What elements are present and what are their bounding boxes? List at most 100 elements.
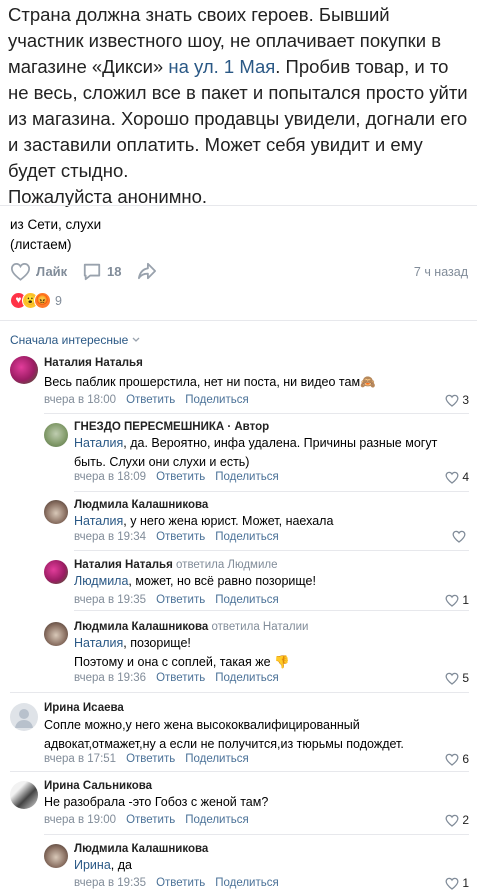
avatar[interactable] xyxy=(44,500,68,524)
comment-author[interactable]: Людмила Калашникова xyxy=(74,499,208,511)
mention-link[interactable]: Наталия xyxy=(74,436,123,450)
comment-like-button[interactable]: 5 xyxy=(445,671,469,685)
heart-icon xyxy=(445,594,459,607)
comment-meta: вчера в 19:36 Ответить Поделиться xyxy=(74,672,289,684)
comment-meta: вчера в 19:34 Ответить Поделиться xyxy=(74,531,289,543)
like-count: 3 xyxy=(462,393,469,407)
share-comment-button[interactable]: Поделиться xyxy=(185,753,249,765)
avatar[interactable] xyxy=(10,356,38,384)
avatar[interactable] xyxy=(10,703,38,731)
like-count: 2 xyxy=(462,813,469,827)
share-comment-button[interactable]: Поделиться xyxy=(215,877,279,889)
heart-icon xyxy=(10,263,31,281)
comment-author[interactable]: Людмила Калашникова ответила Наталии xyxy=(74,621,308,633)
comment-like-button[interactable]: 4 xyxy=(445,470,469,484)
share-comment-button[interactable]: Поделиться xyxy=(185,814,249,826)
share-comment-button[interactable]: Поделиться xyxy=(185,394,249,406)
comment-time[interactable]: вчера в 18:09 xyxy=(74,471,146,483)
comment-time[interactable]: вчера в 19:36 xyxy=(74,672,146,684)
reply-to-label[interactable]: ответила Наталии xyxy=(212,621,309,633)
comment-meta: вчера в 18:09 Ответить Поделиться xyxy=(74,471,289,483)
reply-button[interactable]: Ответить xyxy=(156,672,205,684)
comment-like-button[interactable]: 1 xyxy=(445,593,469,607)
default-avatar-icon xyxy=(15,709,33,728)
comment-reply: Людмила Калашникова Ирина, да вчера в 19… xyxy=(44,842,477,892)
mention-link[interactable]: Наталия xyxy=(74,514,123,528)
comment-time[interactable]: вчера в 19:00 xyxy=(44,814,116,826)
reply-button[interactable]: Ответить xyxy=(126,814,175,826)
comment: Ирина Сальникова Не разобрала -это Гобоз… xyxy=(10,779,477,831)
share-comment-button[interactable]: Поделиться xyxy=(215,471,279,483)
comment-author[interactable]: Людмила Калашникова xyxy=(74,843,208,855)
post-text: Страна должна знать своих героев. Бывший… xyxy=(8,2,470,210)
comment-reply: ГНЕЗДО ПЕРЕСМЕШНИКА · Автор Наталия, да.… xyxy=(44,420,477,490)
comment-divider xyxy=(44,834,469,835)
comment-author[interactable]: Наталия Наталья ответила Людмиле xyxy=(74,559,278,571)
comment-like-button[interactable]: 2 xyxy=(445,813,469,827)
comment-like-button[interactable]: 1 xyxy=(445,876,469,890)
comment-like-button[interactable] xyxy=(452,530,469,543)
avatar[interactable] xyxy=(44,423,68,447)
heart-icon xyxy=(445,877,459,890)
reply-button[interactable]: Ответить xyxy=(126,394,175,406)
reply-to-label[interactable]: ответила Людмиле xyxy=(176,559,277,571)
comment-time[interactable]: вчера в 17:51 xyxy=(44,753,116,765)
avatar[interactable] xyxy=(44,560,68,584)
heart-icon xyxy=(445,394,459,407)
heart-icon xyxy=(445,471,459,484)
comment-author[interactable]: ГНЕЗДО ПЕРЕСМЕШНИКА · Автор xyxy=(74,421,269,433)
comment-text-body: , у него жена юрист. Может, наехала xyxy=(123,514,334,528)
share-comment-button[interactable]: Поделиться xyxy=(215,672,279,684)
sort-dropdown[interactable]: Сначала интересные xyxy=(10,333,140,347)
mention-link[interactable]: Людмила xyxy=(74,574,128,588)
reply-button[interactable]: Ответить xyxy=(126,753,175,765)
comment-meta: вчера в 19:35 Ответить Поделиться xyxy=(74,594,289,606)
address-link[interactable]: на ул. 1 Мая xyxy=(168,56,275,77)
comment-divider xyxy=(74,610,469,611)
avatar[interactable] xyxy=(44,622,68,646)
comment-time[interactable]: вчера в 18:00 xyxy=(44,394,116,406)
reply-button[interactable]: Ответить xyxy=(156,531,205,543)
chevron-down-icon xyxy=(132,337,140,342)
comment-text: Ирина, да xyxy=(74,856,469,875)
share-comment-button[interactable]: Поделиться xyxy=(215,531,279,543)
comment-reply: Людмила Калашникова Наталия, у него жена… xyxy=(44,498,477,548)
comment-like-button[interactable]: 3 xyxy=(445,393,469,407)
comment-text: Наталия, позорище! Поэтому и она с соплей… xyxy=(74,634,469,672)
post-time[interactable]: 7 ч назад xyxy=(414,265,468,279)
comment-reply: Наталия Наталья ответила Людмиле Людмила… xyxy=(44,558,477,608)
like-count: 1 xyxy=(462,876,469,890)
comment-meta: вчера в 19:35 Ответить Поделиться xyxy=(74,877,289,889)
reply-button[interactable]: Ответить xyxy=(156,877,205,889)
comment-divider xyxy=(44,413,469,414)
mention-link[interactable]: Ирина xyxy=(74,858,111,872)
comment-text-line2: Поэтому и она с соплей, такая же 👎 xyxy=(74,655,290,669)
comment-reply: Людмила Калашникова ответила Наталии Нат… xyxy=(44,620,477,690)
comments-button[interactable]: 18 xyxy=(82,262,121,281)
comment-like-button[interactable]: 6 xyxy=(445,752,469,766)
reply-button[interactable]: Ответить xyxy=(156,594,205,606)
sort-label: Сначала интересные xyxy=(10,333,129,347)
avatar[interactable] xyxy=(10,781,38,809)
comment-author[interactable]: Ирина Исаева xyxy=(44,702,124,714)
author-name[interactable]: Людмила Калашникова xyxy=(74,621,208,633)
reply-button[interactable]: Ответить xyxy=(156,471,205,483)
like-count: 4 xyxy=(462,470,469,484)
source-line: из Сети, слухи xyxy=(10,217,102,232)
mention-link[interactable]: Наталия xyxy=(74,636,123,650)
comment-author[interactable]: Наталия Наталья xyxy=(44,357,143,369)
author-name[interactable]: Наталия Наталья xyxy=(74,559,173,571)
share-comment-button[interactable]: Поделиться xyxy=(215,594,279,606)
comment-time[interactable]: вчера в 19:35 xyxy=(74,877,146,889)
post-text-last: Пожалуйста анонимно. xyxy=(8,186,208,207)
comment-author[interactable]: Ирина Сальникова xyxy=(44,780,152,792)
like-button[interactable]: Лайк xyxy=(10,262,67,281)
comment-time[interactable]: вчера в 19:34 xyxy=(74,531,146,543)
avatar[interactable] xyxy=(44,844,68,868)
comment-text-body: , может, но всё равно позорище! xyxy=(128,574,316,588)
share-button[interactable] xyxy=(137,262,157,280)
comment-divider xyxy=(74,491,469,492)
heart-icon xyxy=(452,530,466,543)
reactions-summary[interactable]: ♥ 😮 😡 9 xyxy=(10,292,62,309)
comment-time[interactable]: вчера в 19:35 xyxy=(74,594,146,606)
